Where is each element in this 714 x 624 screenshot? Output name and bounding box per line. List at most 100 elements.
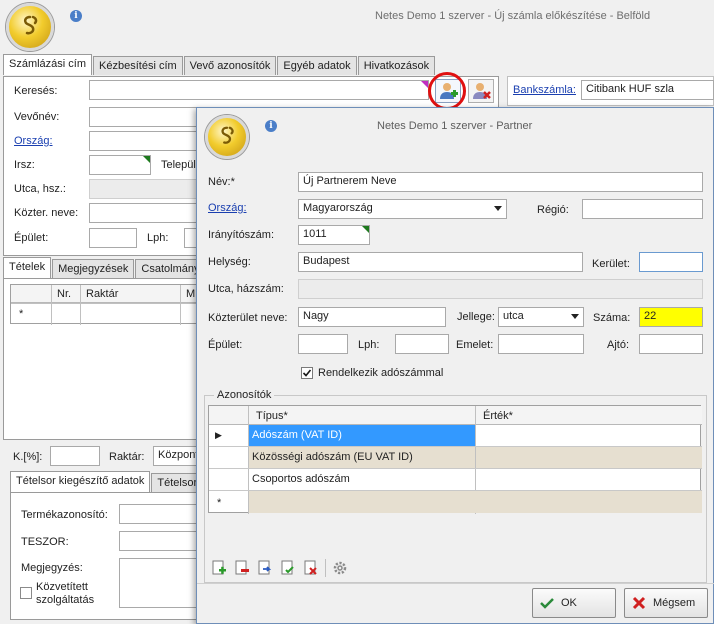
utca-label: Utca, hsz.: xyxy=(14,183,66,195)
utca-hazszam-input xyxy=(298,279,703,299)
lph-dialog-input[interactable] xyxy=(395,334,449,354)
helyseg-input[interactable]: Budapest xyxy=(298,252,583,272)
gear-icon[interactable] xyxy=(332,560,348,576)
cell-ertek[interactable] xyxy=(476,469,702,490)
regio-input[interactable] xyxy=(582,199,703,219)
epulet-dialog-label: Épület: xyxy=(208,339,243,351)
lph-label: Lph: xyxy=(147,232,169,244)
jellege-select[interactable]: utca xyxy=(498,307,584,327)
chevron-down-icon xyxy=(494,206,502,211)
delete-row-icon[interactable] xyxy=(234,560,250,576)
table-row[interactable]: Közösségi adószám (EU VAT ID) xyxy=(209,447,702,469)
irsz-label: Irsz: xyxy=(14,159,35,171)
iranyitoszam-input[interactable]: 1011 xyxy=(298,225,370,245)
cell-tipus[interactable]: Csoportos adószám xyxy=(249,469,475,490)
footer-divider xyxy=(197,583,714,584)
kpct-input[interactable] xyxy=(50,446,100,466)
utca-hazszam-label: Utca, házszám: xyxy=(208,283,284,295)
add-row-icon[interactable] xyxy=(211,560,227,576)
info-icon[interactable]: i xyxy=(70,10,82,22)
ok-button[interactable]: OK xyxy=(532,588,616,618)
iranyitoszam-label: Irányítószám: xyxy=(208,229,275,241)
tab-tetelek[interactable]: Tételek xyxy=(3,257,52,278)
table-row[interactable]: ▶ Adószám (VAT ID) xyxy=(209,425,702,447)
remove-partner-button[interactable] xyxy=(468,79,494,103)
ajto-label: Ajtó: xyxy=(607,339,630,351)
highlight-circle xyxy=(428,72,466,110)
bankszamla-link[interactable]: Bankszámla: xyxy=(513,84,576,96)
emelet-label: Emelet: xyxy=(456,339,494,351)
orszag-link[interactable]: Ország: xyxy=(14,135,53,147)
grid-col-raktar[interactable]: Raktár xyxy=(86,288,118,300)
szama-input[interactable]: 22 xyxy=(639,307,703,327)
dialog-info-icon[interactable]: i xyxy=(265,120,277,132)
search-input[interactable] xyxy=(89,80,429,100)
adoszam-checkbox[interactable] xyxy=(301,367,313,379)
tab-hivatkozasok[interactable]: Hivatkozások xyxy=(357,56,436,75)
jellege-label: Jellege: xyxy=(457,311,495,323)
move-row-icon[interactable] xyxy=(257,560,273,576)
tab-tetelsor-kiegeszito[interactable]: Tételsor kiegészítő adatok xyxy=(10,471,151,492)
epulet-input[interactable] xyxy=(89,228,137,248)
helyseg-label: Helység: xyxy=(208,256,251,268)
termekazonosito-label: Termékazonosító: xyxy=(21,509,108,521)
utca-input xyxy=(89,179,199,199)
cell-tipus[interactable]: Adószám (VAT ID) xyxy=(249,425,475,446)
new-row[interactable]: * xyxy=(209,491,702,513)
teszor-label: TESZOR: xyxy=(21,536,69,548)
confirm-row-icon[interactable] xyxy=(280,560,296,576)
megjegyzes-textarea[interactable] xyxy=(119,558,203,608)
vevonev-label: Vevőnév: xyxy=(14,111,60,123)
new-row-marker: * xyxy=(19,308,24,320)
grid-col-m[interactable]: M xyxy=(186,288,195,300)
tab-egyeb-adatok[interactable]: Egyéb adatok xyxy=(277,56,357,75)
col-header-tipus[interactable]: Típus* xyxy=(256,410,288,422)
kozvetitett-label: Közvetített szolgáltatás xyxy=(36,581,95,606)
nev-input[interactable]: Új Partnerem Neve xyxy=(298,172,703,192)
jellege-select-value: utca xyxy=(503,310,524,322)
cell-tipus[interactable]: Közösségi adószám (EU VAT ID) xyxy=(249,447,475,468)
cell-ertek[interactable] xyxy=(476,425,702,446)
partner-dialog: i Netes Demo 1 szerver - Partner Név:* Ú… xyxy=(196,107,714,624)
kozvetitett-checkbox[interactable] xyxy=(20,587,32,599)
grid-col-nr[interactable]: Nr. xyxy=(57,288,71,300)
check-icon xyxy=(540,598,554,609)
cancel-button[interactable]: Mégsem xyxy=(624,588,708,618)
ok-button-label: OK xyxy=(561,597,577,609)
clear-row-icon[interactable] xyxy=(303,560,319,576)
kozterulet-neve-label: Közterület neve: xyxy=(208,312,288,324)
kerulet-input[interactable] xyxy=(639,252,703,272)
orszag-select[interactable]: Magyarország xyxy=(298,199,507,219)
ajto-input[interactable] xyxy=(639,334,703,354)
app-logo xyxy=(6,3,54,51)
tab-szamlazasi-cim[interactable]: Számlázási cím xyxy=(3,54,93,75)
tab-megjegyzesek[interactable]: Megjegyzések xyxy=(52,259,135,278)
emelet-input[interactable] xyxy=(498,334,584,354)
grid-toolbar xyxy=(208,557,701,579)
kozterulet-neve-input[interactable]: Nagy xyxy=(298,307,446,327)
orszag-dialog-link[interactable]: Ország: xyxy=(208,202,247,214)
kozter-input[interactable] xyxy=(89,203,199,223)
teszor-input[interactable] xyxy=(119,531,203,551)
kerulet-label: Kerület: xyxy=(592,258,630,270)
orszag-input[interactable] xyxy=(89,131,199,151)
cell-ertek[interactable] xyxy=(476,447,702,468)
window-title: Netes Demo 1 szerver - Új számla előkész… xyxy=(375,10,651,22)
table-row[interactable]: Csoportos adószám xyxy=(209,469,702,491)
termekazonosito-input[interactable] xyxy=(119,504,203,524)
epulet-dialog-input[interactable] xyxy=(298,334,348,354)
new-row-marker: * xyxy=(217,497,222,509)
bankszamla-input[interactable]: Citibank HUF szla xyxy=(581,80,714,100)
close-icon xyxy=(632,596,646,610)
vevonev-input[interactable] xyxy=(89,107,199,127)
dialog-title: Netes Demo 1 szerver - Partner xyxy=(377,120,533,132)
adoszam-checkbox-label: Rendelkezik adószámmal xyxy=(318,367,444,379)
tab-vevo-azonositok[interactable]: Vevő azonosítók xyxy=(183,56,277,75)
col-header-ertek[interactable]: Érték* xyxy=(483,410,513,422)
check-icon xyxy=(302,369,312,377)
dialog-logo xyxy=(205,115,249,159)
tab-kezbesitesi-cim[interactable]: Kézbesítési cím xyxy=(93,56,183,75)
chevron-down-icon xyxy=(571,314,579,319)
irsz-input[interactable] xyxy=(89,155,151,175)
szama-label: Száma: xyxy=(593,312,631,324)
